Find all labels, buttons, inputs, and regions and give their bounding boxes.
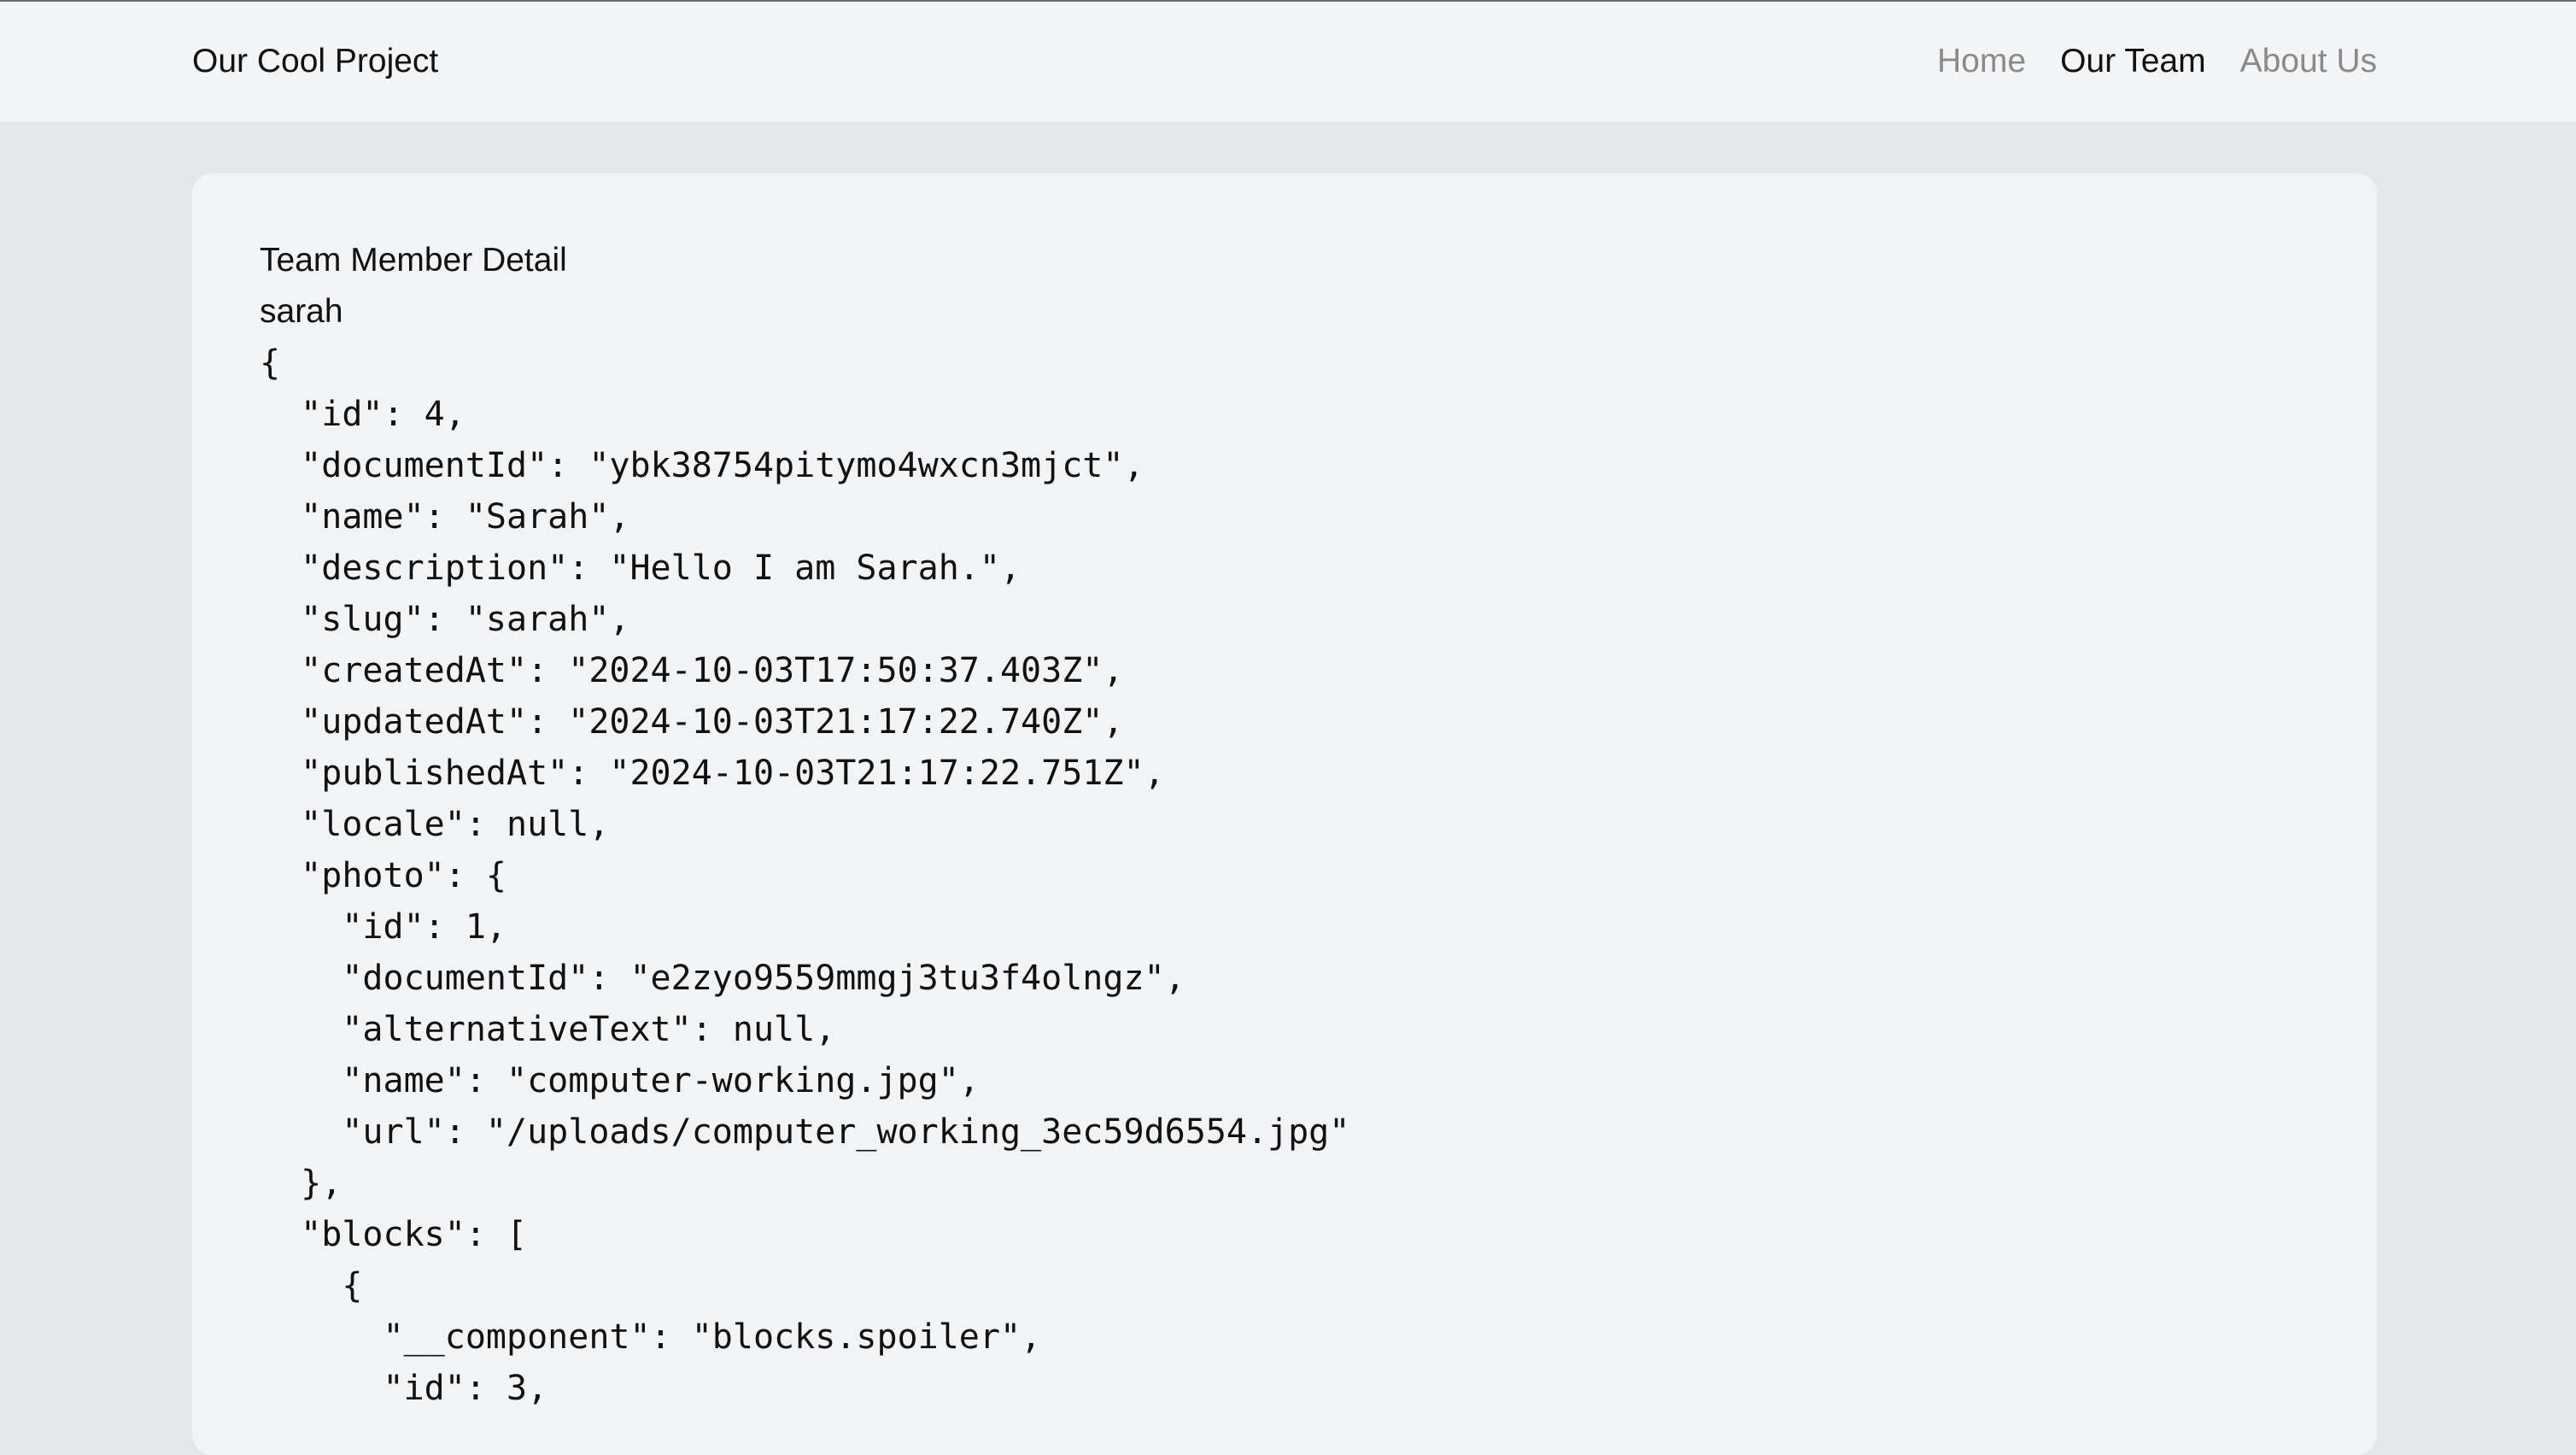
- nav-link-our-team[interactable]: Our Team: [2060, 43, 2206, 80]
- content-inner: Team Member Detail sarah { "id": 4, "doc…: [260, 235, 1349, 1414]
- top-navbar: Our Cool Project Home Our Team About Us: [0, 2, 2576, 121]
- page-title: Team Member Detail: [260, 242, 567, 279]
- nav-link-home[interactable]: Home: [1937, 43, 2026, 80]
- nav-link-about-us[interactable]: About Us: [2240, 43, 2377, 80]
- content-card: Team Member Detail sarah { "id": 4, "doc…: [192, 173, 2377, 1455]
- member-slug: sarah: [260, 293, 343, 330]
- brand-title[interactable]: Our Cool Project: [192, 2, 438, 121]
- nav-links: Home Our Team About Us: [1937, 2, 2377, 121]
- json-output: { "id": 4, "documentId": "ybk38754pitymo…: [260, 343, 1350, 1408]
